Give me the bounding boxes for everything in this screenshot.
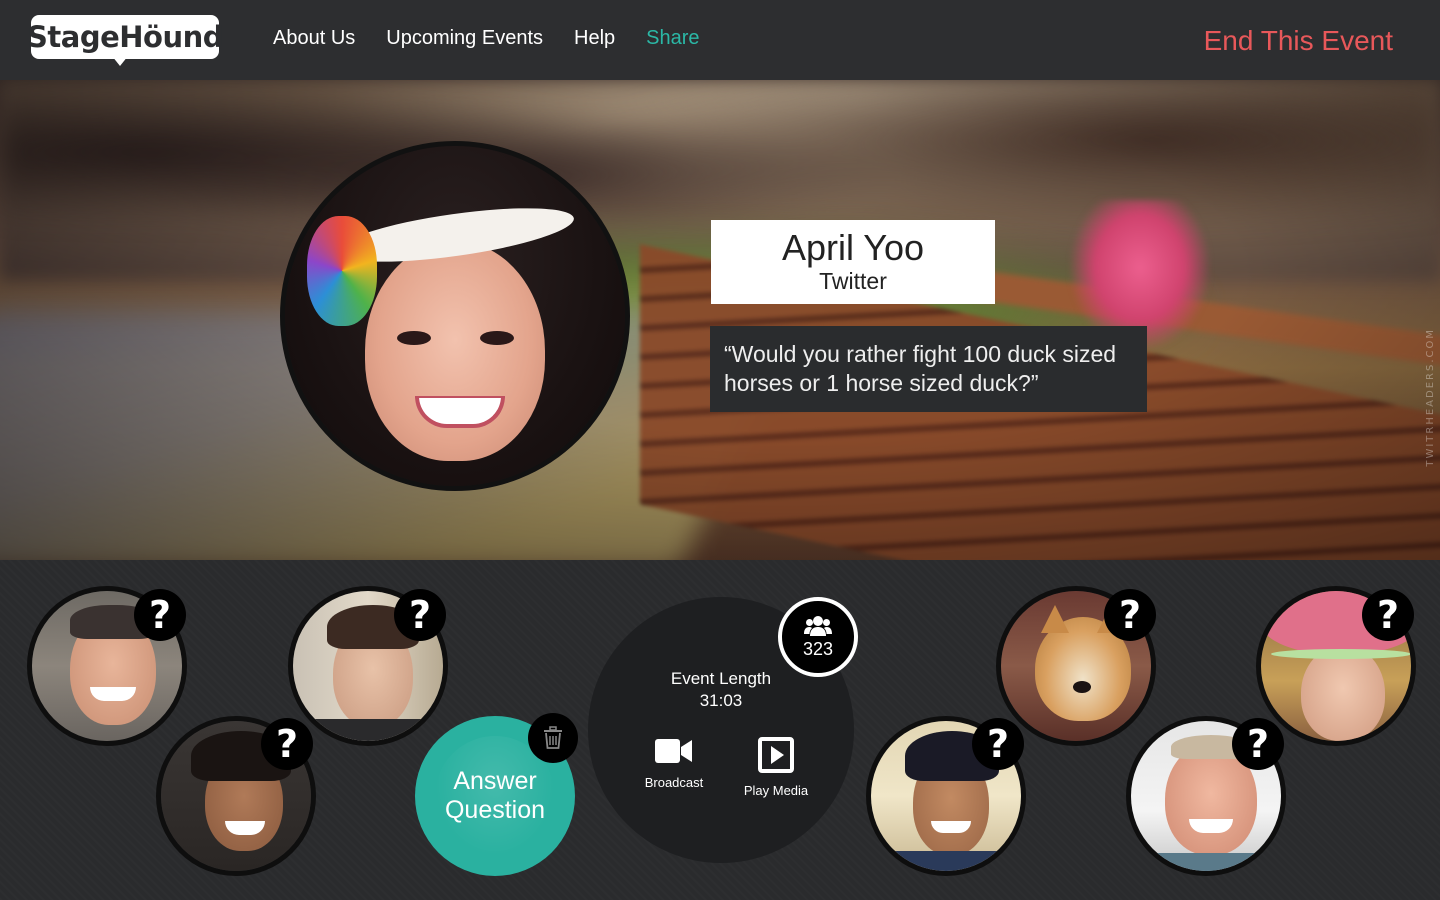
event-length-value: 31:03 — [699, 691, 743, 710]
play-media-icon — [758, 737, 794, 773]
avatar-smile — [90, 687, 136, 701]
question-mark-icon[interactable]: ? — [1104, 589, 1156, 641]
avatar-eye-right — [480, 331, 514, 345]
speaker-name-card: April Yoo Twitter — [711, 220, 995, 304]
viewer-count: 323 — [802, 638, 834, 659]
top-nav-bar: StageHöund About Us Upcoming Events Help… — [0, 0, 1440, 80]
main-nav: About Us Upcoming Events Help Share — [273, 27, 700, 50]
avatar-smile — [931, 821, 971, 833]
video-camera-icon — [655, 739, 692, 763]
speaker-avatar — [280, 141, 630, 491]
question-mark-icon[interactable]: ? — [134, 589, 186, 641]
avatar-face — [1301, 645, 1385, 741]
broadcast-button[interactable]: Broadcast — [637, 737, 711, 790]
avatar-dog-ear-left — [1041, 605, 1069, 633]
avatar-hat-brim — [1271, 649, 1411, 659]
end-event-button[interactable]: End This Event — [1204, 25, 1393, 57]
speaker-source: Twitter — [819, 268, 887, 294]
nav-upcoming-events[interactable]: Upcoming Events — [386, 27, 543, 50]
avatar-dog-nose — [1073, 681, 1091, 693]
watermark: TWITRHEADERS.COM — [1425, 328, 1436, 467]
speaker-name: April Yoo — [781, 227, 925, 268]
users-icon — [804, 615, 832, 636]
question-mark-icon[interactable]: ? — [394, 589, 446, 641]
broadcast-label: Broadcast — [644, 775, 704, 790]
event-length: Event Length 31:03 — [651, 668, 791, 712]
logo-text[interactable]: StageHöund — [27, 15, 224, 59]
logo-tail — [112, 56, 128, 66]
answer-label-line-2: Question — [444, 796, 546, 824]
nav-share[interactable]: Share — [646, 27, 699, 50]
viewer-count-badge[interactable]: 323 — [778, 597, 858, 677]
hero-stage: TWITRHEADERS.COM — [0, 80, 1440, 560]
nav-about-us[interactable]: About Us — [273, 27, 355, 50]
trash-button[interactable] — [528, 713, 578, 763]
avatar-face — [365, 241, 545, 461]
hero-vignette — [0, 80, 1440, 560]
nav-help[interactable]: Help — [574, 27, 615, 50]
avatar-flower — [307, 216, 377, 326]
avatar-eye-left — [397, 331, 431, 345]
question-mark-icon[interactable]: ? — [1362, 589, 1414, 641]
event-length-label: Event Length — [670, 669, 772, 688]
answer-label-line-1: Answer — [453, 767, 537, 795]
speaker-question: “Would you rather fight 100 duck sized h… — [710, 326, 1147, 412]
trash-icon — [544, 726, 562, 749]
play-media-label: Play Media — [743, 783, 809, 798]
play-media-button[interactable]: Play Media — [738, 737, 814, 798]
